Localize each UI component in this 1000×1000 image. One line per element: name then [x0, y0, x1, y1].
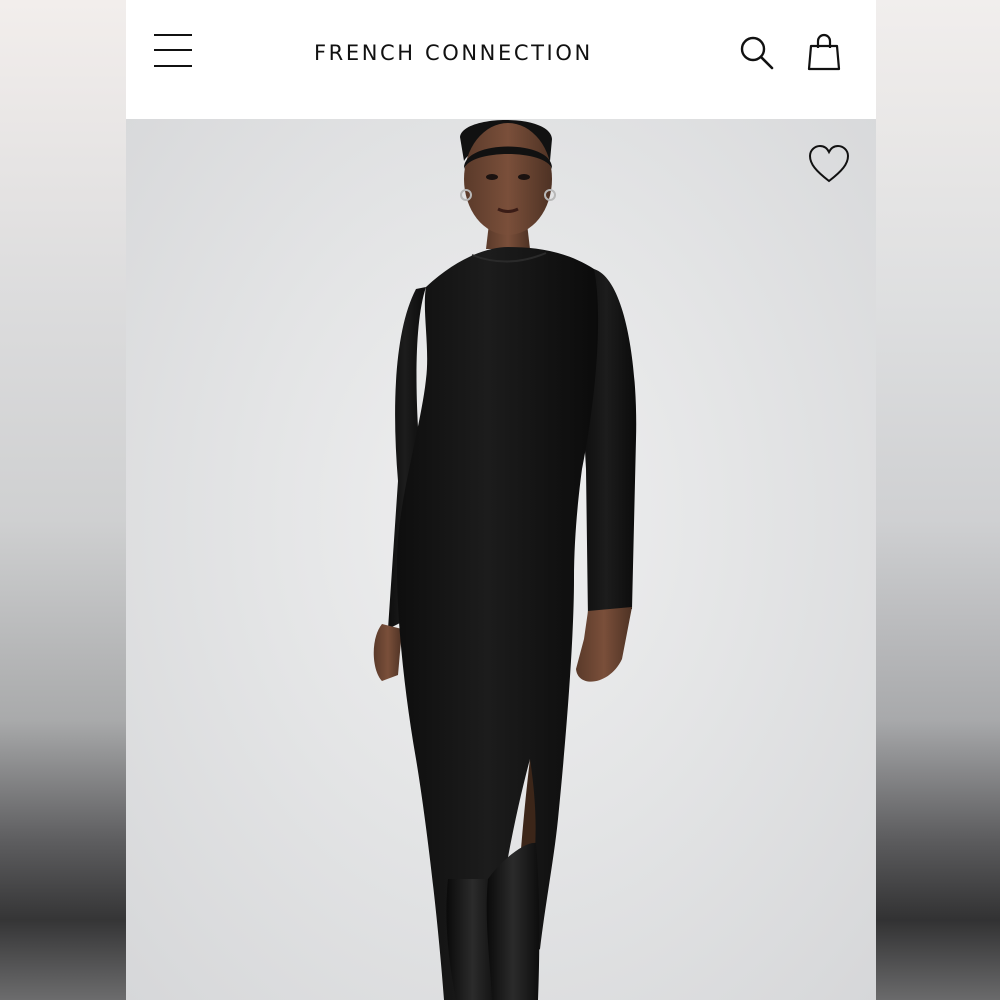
shopping-bag-icon — [807, 33, 841, 71]
wishlist-button[interactable] — [806, 143, 852, 187]
mobile-screen: FRENCH CONNECTION — [126, 0, 876, 1000]
search-button[interactable] — [738, 34, 776, 72]
menu-button[interactable] — [152, 30, 196, 70]
brand-logo[interactable]: FRENCH CONNECTION — [314, 38, 684, 68]
blurred-backdrop-right — [876, 0, 1000, 1000]
product-image[interactable] — [126, 119, 876, 1000]
search-icon — [740, 36, 774, 70]
blurred-backdrop-left — [0, 0, 126, 1000]
site-header: FRENCH CONNECTION — [126, 0, 876, 119]
shopping-bag-button[interactable] — [806, 32, 842, 72]
heart-outline-icon — [808, 144, 850, 183]
product-photo-model — [373, 120, 637, 1000]
